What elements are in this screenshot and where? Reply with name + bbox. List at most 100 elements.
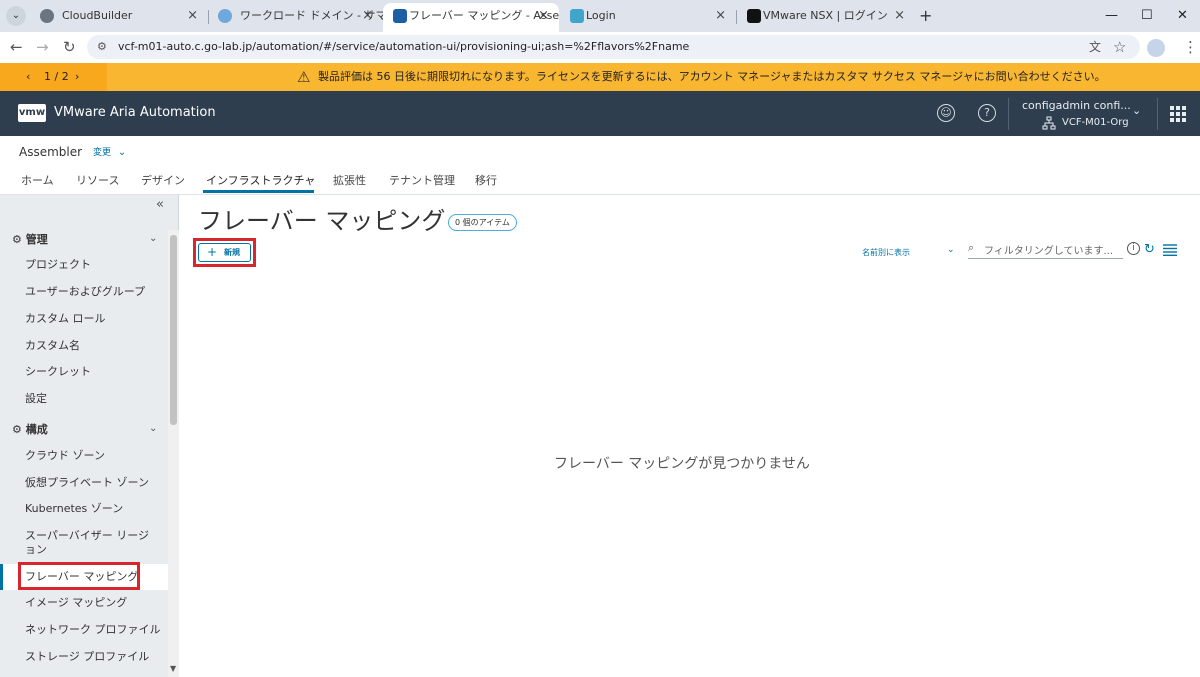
- pager-text: 1 / 2: [44, 70, 69, 83]
- banner-pager: ‹ 1 / 2 ›: [0, 63, 107, 91]
- chevron-down-icon[interactable]: ⌄: [149, 423, 157, 434]
- warning-icon: ⚠: [297, 68, 311, 86]
- sidebar-item-projects[interactable]: プロジェクト: [25, 258, 91, 272]
- sidebar-item-custom-names[interactable]: カスタム名: [25, 339, 80, 353]
- tab-title: フレーバー マッピング - Assembler: [409, 9, 559, 22]
- new-tab-button[interactable]: +: [919, 3, 932, 29]
- sidebar-item-image-mappings[interactable]: イメージ マッピング: [25, 596, 127, 610]
- item-count-badge: 0 個のアイテム: [448, 214, 517, 231]
- login-favicon-icon: [570, 9, 584, 23]
- translate-icon[interactable]: 文: [1089, 37, 1101, 57]
- sidebar-item-settings[interactable]: 設定: [25, 392, 47, 406]
- minimize-button[interactable]: —: [1105, 4, 1118, 28]
- cloud-icon: [218, 9, 232, 23]
- browser-tab-bar: ⌄ CloudBuilder × ワークロード ドメイン - サマリ × フレー…: [0, 0, 1200, 32]
- maximize-button[interactable]: ☐: [1141, 4, 1153, 28]
- empty-state-message: フレーバー マッピングが見つかりません: [554, 456, 810, 472]
- chevron-down-icon[interactable]: ⌄: [149, 233, 157, 244]
- info-icon[interactable]: i: [1127, 242, 1140, 255]
- nav-active-indicator: [203, 190, 314, 193]
- tab-cloudbuilder[interactable]: CloudBuilder ×: [30, 3, 208, 32]
- tab-close-icon[interactable]: ×: [715, 3, 726, 29]
- sidebar-item-virtual-private-zones[interactable]: 仮想プライベート ゾーン: [25, 476, 149, 490]
- highlight-box-new-button: [193, 238, 256, 267]
- list-view-icon[interactable]: [1163, 244, 1177, 256]
- change-service-label: 変更: [93, 148, 112, 158]
- chevron-down-icon: ⌄: [117, 147, 127, 158]
- refresh-icon[interactable]: ↻: [1144, 242, 1155, 258]
- browser-menu-icon[interactable]: ⋮: [1183, 37, 1198, 57]
- chevron-down-icon[interactable]: ⌄: [947, 245, 955, 255]
- tab-title: CloudBuilder: [62, 9, 133, 22]
- help-icon[interactable]: ?: [978, 104, 996, 122]
- header-divider: [1157, 98, 1158, 130]
- section-title: 構成: [25, 423, 48, 436]
- sort-select[interactable]: 名前別に表示: [862, 246, 910, 260]
- sidebar-item-users-groups[interactable]: ユーザーおよびグループ: [25, 285, 145, 299]
- license-message: 製品評価は 56 日後に期限切れになります。ライセンスを更新するには、アカウント…: [318, 70, 1106, 83]
- globe-icon: [40, 9, 54, 23]
- tab-search-icon[interactable]: ⌄: [6, 6, 26, 26]
- highlight-box-sidebar: [18, 562, 140, 590]
- tab-nsx-login[interactable]: VMware NSX | ログイン ×: [737, 3, 915, 32]
- sidebar-item-supervisor-regions[interactable]: スーパーバイザー リージョン: [25, 529, 160, 557]
- page-title: フレーバー マッピング: [198, 207, 446, 235]
- sidebar-section-configuration[interactable]: ⚙ 構成: [12, 423, 48, 437]
- configuration-gear-icon: ⚙: [12, 423, 22, 436]
- forward-arrow-icon[interactable]: →: [36, 37, 49, 57]
- tab-title: VMware NSX | ログイン: [763, 9, 888, 22]
- close-window-button[interactable]: ✕: [1177, 4, 1188, 28]
- nav-home[interactable]: ホーム: [21, 174, 54, 188]
- site-info-icon[interactable]: ⚙: [97, 40, 107, 53]
- tab-close-icon[interactable]: ×: [187, 3, 198, 29]
- user-organization: VCF-M01-Org: [1062, 117, 1129, 128]
- nav-tenant-management[interactable]: テナント管理: [389, 174, 455, 188]
- sidebar-active-indicator: [0, 564, 3, 590]
- user-menu-chevron-icon[interactable]: ⌄: [1132, 104, 1141, 117]
- sidebar-section-admin[interactable]: ⚙ 管理: [12, 233, 48, 247]
- reload-icon[interactable]: ↻: [63, 37, 76, 57]
- vmware-favicon-icon: [393, 9, 407, 23]
- user-name[interactable]: configadmin confi...: [1022, 98, 1131, 114]
- sidebar-scrollbar-thumb[interactable]: [170, 235, 177, 425]
- bookmark-star-icon[interactable]: ☆: [1113, 37, 1126, 57]
- profile-avatar-icon[interactable]: [1147, 39, 1165, 57]
- vmware-logo: vmw: [18, 104, 46, 122]
- feedback-smiley-icon[interactable]: ☺: [937, 104, 955, 122]
- tab-close-icon[interactable]: ×: [894, 3, 905, 29]
- nsx-favicon-icon: [747, 9, 761, 23]
- tab-title: Login: [586, 9, 616, 22]
- sidebar-item-network-profiles[interactable]: ネットワーク プロファイル: [25, 623, 161, 637]
- sidebar-item-storage-profiles[interactable]: ストレージ プロファイル: [25, 650, 149, 664]
- url-text[interactable]: vcf-m01-auto.c.go-lab.jp/automation/#/se…: [118, 39, 689, 55]
- back-arrow-icon[interactable]: ←: [10, 37, 23, 57]
- admin-users-icon: ⚙: [12, 233, 22, 246]
- tab-close-icon[interactable]: ×: [538, 3, 549, 29]
- change-service-button[interactable]: 変更 ⌄: [93, 146, 126, 160]
- tab-login[interactable]: Login ×: [560, 3, 736, 32]
- app-launcher-grid-icon[interactable]: [1170, 106, 1186, 122]
- nav-migration[interactable]: 移行: [475, 174, 497, 188]
- organization-icon: [1042, 116, 1056, 130]
- section-title: 管理: [25, 233, 48, 246]
- nav-infrastructure[interactable]: インフラストラクチャ: [206, 174, 315, 188]
- nav-resources[interactable]: リソース: [76, 174, 119, 188]
- sidebar-item-secrets[interactable]: シークレット: [25, 365, 91, 379]
- tab-workload-domain[interactable]: ワークロード ドメイン - サマリ ×: [208, 3, 383, 32]
- sidebar-item-cloud-zones[interactable]: クラウド ゾーン: [25, 449, 105, 463]
- chevron-right-icon[interactable]: ›: [75, 63, 79, 91]
- app-title: VMware Aria Automation: [54, 105, 216, 120]
- collapse-sidebar-icon[interactable]: «: [156, 197, 164, 212]
- nav-design[interactable]: デザイン: [141, 174, 185, 188]
- tab-flavor-mapping[interactable]: フレーバー マッピング - Assembler ×: [383, 3, 559, 32]
- scroll-down-arrow-icon[interactable]: ▼: [170, 664, 176, 673]
- service-name: Assembler: [19, 145, 83, 159]
- filter-placeholder: フィルタリングしています...: [984, 246, 1114, 257]
- nav-extensibility[interactable]: 拡張性: [333, 174, 366, 188]
- header-divider: [1008, 98, 1009, 130]
- sidebar-item-custom-roles[interactable]: カスタム ロール: [25, 312, 106, 326]
- search-icon: ⌕: [968, 241, 975, 254]
- chevron-left-icon[interactable]: ‹: [26, 63, 30, 91]
- tab-close-icon[interactable]: ×: [362, 3, 373, 29]
- sidebar-item-kubernetes-zones[interactable]: Kubernetes ゾーン: [25, 502, 123, 516]
